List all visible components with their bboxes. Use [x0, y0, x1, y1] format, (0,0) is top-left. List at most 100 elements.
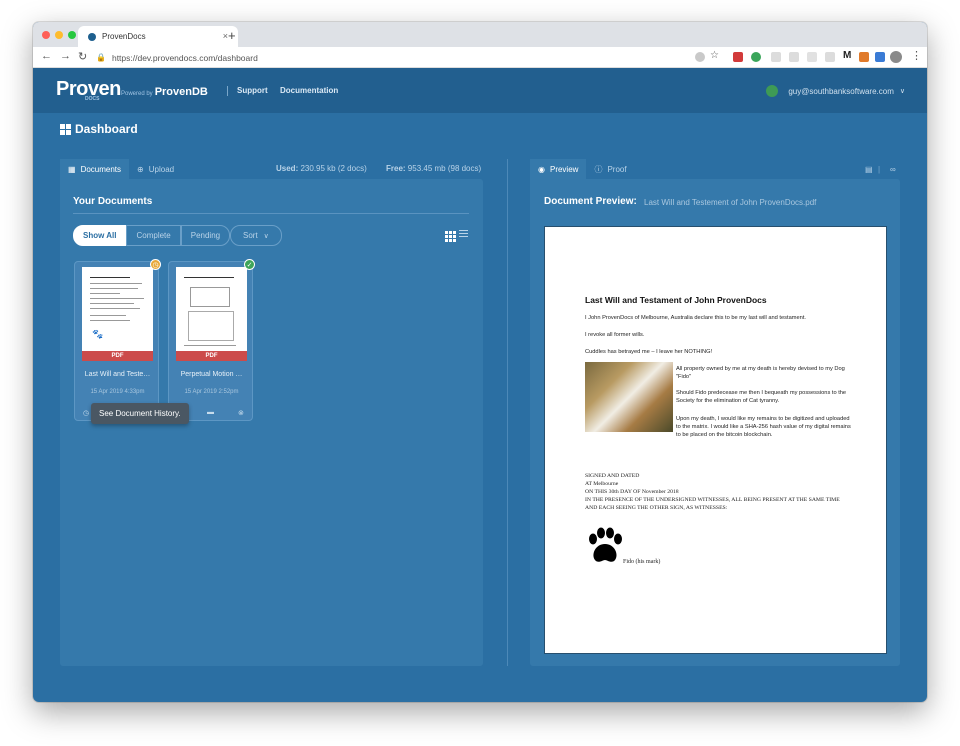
more-menu-icon[interactable]: ⋮ — [911, 49, 922, 62]
new-tab-button[interactable]: + — [228, 28, 236, 43]
sort-label: Sort — [243, 231, 258, 240]
tooltip: See Document History. — [91, 403, 189, 424]
storage-free: Free: 953.45 mb (98 docs) — [386, 164, 481, 173]
user-avatar — [766, 85, 779, 97]
history-icon[interactable]: ◷ — [83, 409, 89, 417]
free-label: Free: — [386, 164, 406, 173]
tab-proof-label: Proof — [607, 164, 627, 174]
check-status-icon: ✓ — [244, 259, 255, 270]
app-header: Proven DOCS Powered by ProvenDB Support D… — [33, 68, 927, 113]
panel-heading: Your Documents — [73, 196, 153, 207]
used-value: 230.95 kb (2 docs) — [300, 164, 367, 173]
lock-icon: 🔒 — [96, 53, 106, 62]
minimize-window-button[interactable] — [55, 31, 63, 39]
powered-by-label: Powered by — [121, 91, 153, 97]
user-email: guy@southbanksoftware.com — [788, 86, 894, 96]
tab-documents[interactable]: ▦ Documents — [60, 159, 130, 179]
back-icon[interactable]: ← — [41, 50, 52, 62]
extension-icon[interactable]: M — [843, 50, 851, 61]
filter-group: Show All Complete Pending — [73, 225, 231, 246]
preview-panel: Document Preview: Last Will and Testemen… — [530, 179, 900, 666]
storage-used: Used: 230.95 kb (2 docs) — [276, 164, 367, 173]
profile-avatar[interactable] — [890, 51, 902, 63]
documents-tabs: ▦ Documents ⊕ Upload — [60, 159, 182, 179]
tab-preview-label: Preview — [549, 164, 579, 174]
nav-separator — [227, 86, 228, 96]
chevron-down-icon: ∨ — [263, 232, 269, 240]
documents-icon: ▦ — [68, 164, 76, 174]
doc-title: Last Will and Testament of John ProvenDo… — [585, 295, 767, 305]
filter-complete-button[interactable]: Complete — [126, 225, 181, 246]
user-menu[interactable]: guy@southbanksoftware.com ∨ — [766, 85, 905, 97]
powered-by: Powered by ProvenDB — [121, 86, 208, 98]
page-title: Dashboard — [60, 122, 138, 136]
chevron-down-icon: ∨ — [899, 88, 905, 95]
extension-icon[interactable] — [751, 52, 761, 62]
comment-icon[interactable]: ▬ — [207, 409, 214, 416]
extension-icon[interactable] — [733, 52, 743, 62]
forward-icon[interactable]: → — [60, 50, 71, 62]
document-card[interactable]: PDF ✓ Perpetual Motion … 15 Apr 2019 2:5… — [168, 259, 255, 421]
paw-print-icon — [589, 527, 622, 562]
maximize-window-button[interactable] — [68, 31, 76, 39]
document-preview[interactable]: Last Will and Testament of John ProvenDo… — [544, 226, 887, 654]
signature-mark: Fido (his mark) — [623, 559, 661, 565]
extension-icon[interactable] — [695, 52, 705, 62]
document-name: Perpetual Motion … — [180, 371, 243, 378]
filter-pending-button[interactable]: Pending — [180, 225, 231, 246]
doc-paragraph: Should Fido predecease me then I bequeat… — [676, 390, 847, 404]
document-thumbnail — [176, 267, 247, 361]
extension-icon[interactable] — [859, 52, 869, 62]
address-bar: ← → ↻ 🔒 https://dev.provendocs.com/dashb… — [33, 47, 927, 68]
document-date: 15 Apr 2019 2:52pm — [184, 389, 239, 395]
link-icon[interactable]: ∞ — [890, 165, 896, 174]
info-icon: ⓘ — [594, 164, 603, 174]
document-icon[interactable]: ▤ — [865, 165, 873, 174]
doc-signing-line: IN THE PRESENCE OF THE UNDERSIGNED WITNE… — [585, 497, 840, 511]
tab-upload-label: Upload — [148, 164, 175, 174]
tool-separator: | — [878, 165, 881, 174]
tab-preview[interactable]: ◉ Preview — [530, 159, 587, 179]
nav-documentation[interactable]: Documentation — [280, 86, 338, 95]
delete-icon[interactable]: ⊗ — [238, 409, 244, 417]
document-date: 15 Apr 2019 4:33pm — [90, 389, 145, 395]
url-text: https://dev.provendocs.com/dashboard — [111, 52, 258, 63]
preview-tabs: ◉ Preview ⓘ Proof — [530, 159, 635, 179]
extension-icon[interactable] — [875, 52, 885, 62]
pending-status-icon: ◷ — [150, 259, 161, 270]
doc-signing-line: AT Melbourne — [585, 481, 619, 487]
extension-icon[interactable] — [825, 52, 835, 62]
panel-divider — [507, 159, 508, 666]
sort-dropdown[interactable]: Sort ∨ — [230, 225, 282, 246]
browser-tab[interactable]: ProvenDocs × — [78, 26, 238, 47]
used-label: Used: — [276, 164, 299, 173]
browser-tab-bar: ProvenDocs × + — [33, 22, 927, 47]
file-type-badge: PDF — [82, 351, 153, 361]
close-window-button[interactable] — [42, 31, 50, 39]
doc-signing-line: SIGNED AND DATED — [585, 473, 640, 479]
document-card[interactable]: 🐾 PDF ◷ Last Will and Teste… 15 Apr 2019… — [74, 259, 161, 421]
extension-icon[interactable] — [789, 52, 799, 62]
tab-upload[interactable]: ⊕ Upload — [129, 159, 182, 179]
preview-file-name: Last Will and Testement of John ProvenDo… — [644, 198, 817, 207]
bookmark-star-icon[interactable]: ☆ — [710, 50, 719, 61]
filter-show-all-button[interactable]: Show All — [73, 225, 127, 246]
extension-icon[interactable] — [771, 52, 781, 62]
preview-heading: Document Preview: — [544, 196, 637, 207]
tab-documents-label: Documents — [80, 164, 122, 174]
doc-signing-line: ON THIS 30th DAY OF November 2018 — [585, 489, 679, 495]
grid-view-icon[interactable] — [445, 231, 456, 242]
list-view-icon[interactable] — [459, 230, 468, 239]
doc-paragraph: Upon my death, I would like my remains t… — [676, 416, 851, 438]
eye-icon: ◉ — [538, 164, 545, 174]
nav-support[interactable]: Support — [237, 86, 268, 95]
dashboard-icon — [60, 123, 71, 135]
tab-title: ProvenDocs — [102, 32, 146, 41]
extension-icon[interactable] — [807, 52, 817, 62]
free-value: 953.45 mb (98 docs) — [407, 164, 482, 173]
url-field[interactable]: 🔒 https://dev.provendocs.com/dashboard — [96, 49, 706, 66]
reload-icon[interactable]: ↻ — [78, 50, 87, 63]
doc-paragraph: Cuddles has betrayed me – I leave her NO… — [585, 349, 713, 355]
tab-proof[interactable]: ⓘ Proof — [586, 159, 634, 179]
powered-by-brand: ProvenDB — [154, 86, 208, 98]
